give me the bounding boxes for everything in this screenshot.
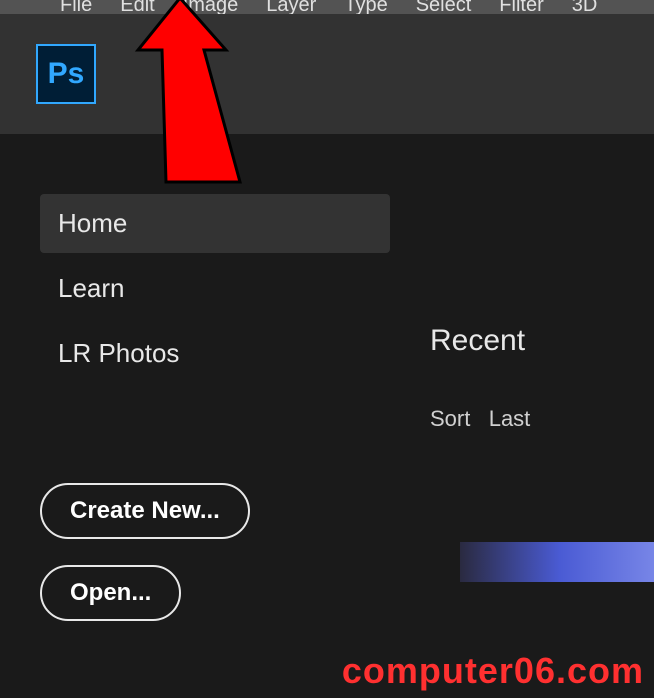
nav-home[interactable]: Home [40,194,390,253]
sidebar: Home Learn LR Photos Create New... Open.… [0,134,430,698]
right-pane: Recent Sort Last [430,134,654,698]
menu-type[interactable]: Type [344,0,387,10]
recent-heading: Recent [430,324,654,358]
app-icon-text: Ps [48,57,85,91]
menu-layer[interactable]: Layer [266,0,316,10]
sort-row[interactable]: Sort Last [430,406,654,432]
open-button[interactable]: Open... [40,565,181,621]
menu-image[interactable]: Image [183,0,239,10]
header: Ps [0,14,654,134]
nav-lr-photos[interactable]: LR Photos [40,324,390,383]
sidebar-actions: Create New... Open... [40,483,390,647]
watermark: computer06.com [342,650,644,692]
menu-file[interactable]: File [60,0,92,10]
menu-edit[interactable]: Edit [120,0,154,10]
recent-thumbnail[interactable] [460,542,654,582]
menu-3d[interactable]: 3D [572,0,598,10]
nav-learn[interactable]: Learn [40,259,390,318]
sort-label: Sort [430,406,470,431]
sort-value[interactable]: Last [489,406,531,431]
create-new-button[interactable]: Create New... [40,483,250,539]
photoshop-app-icon: Ps [36,44,96,104]
main: Home Learn LR Photos Create New... Open.… [0,134,654,698]
menu-select[interactable]: Select [416,0,472,10]
nav-list: Home Learn LR Photos [40,194,390,383]
menubar: File Edit Image Layer Type Select Filter… [0,0,654,14]
menu-filter[interactable]: Filter [499,0,543,10]
